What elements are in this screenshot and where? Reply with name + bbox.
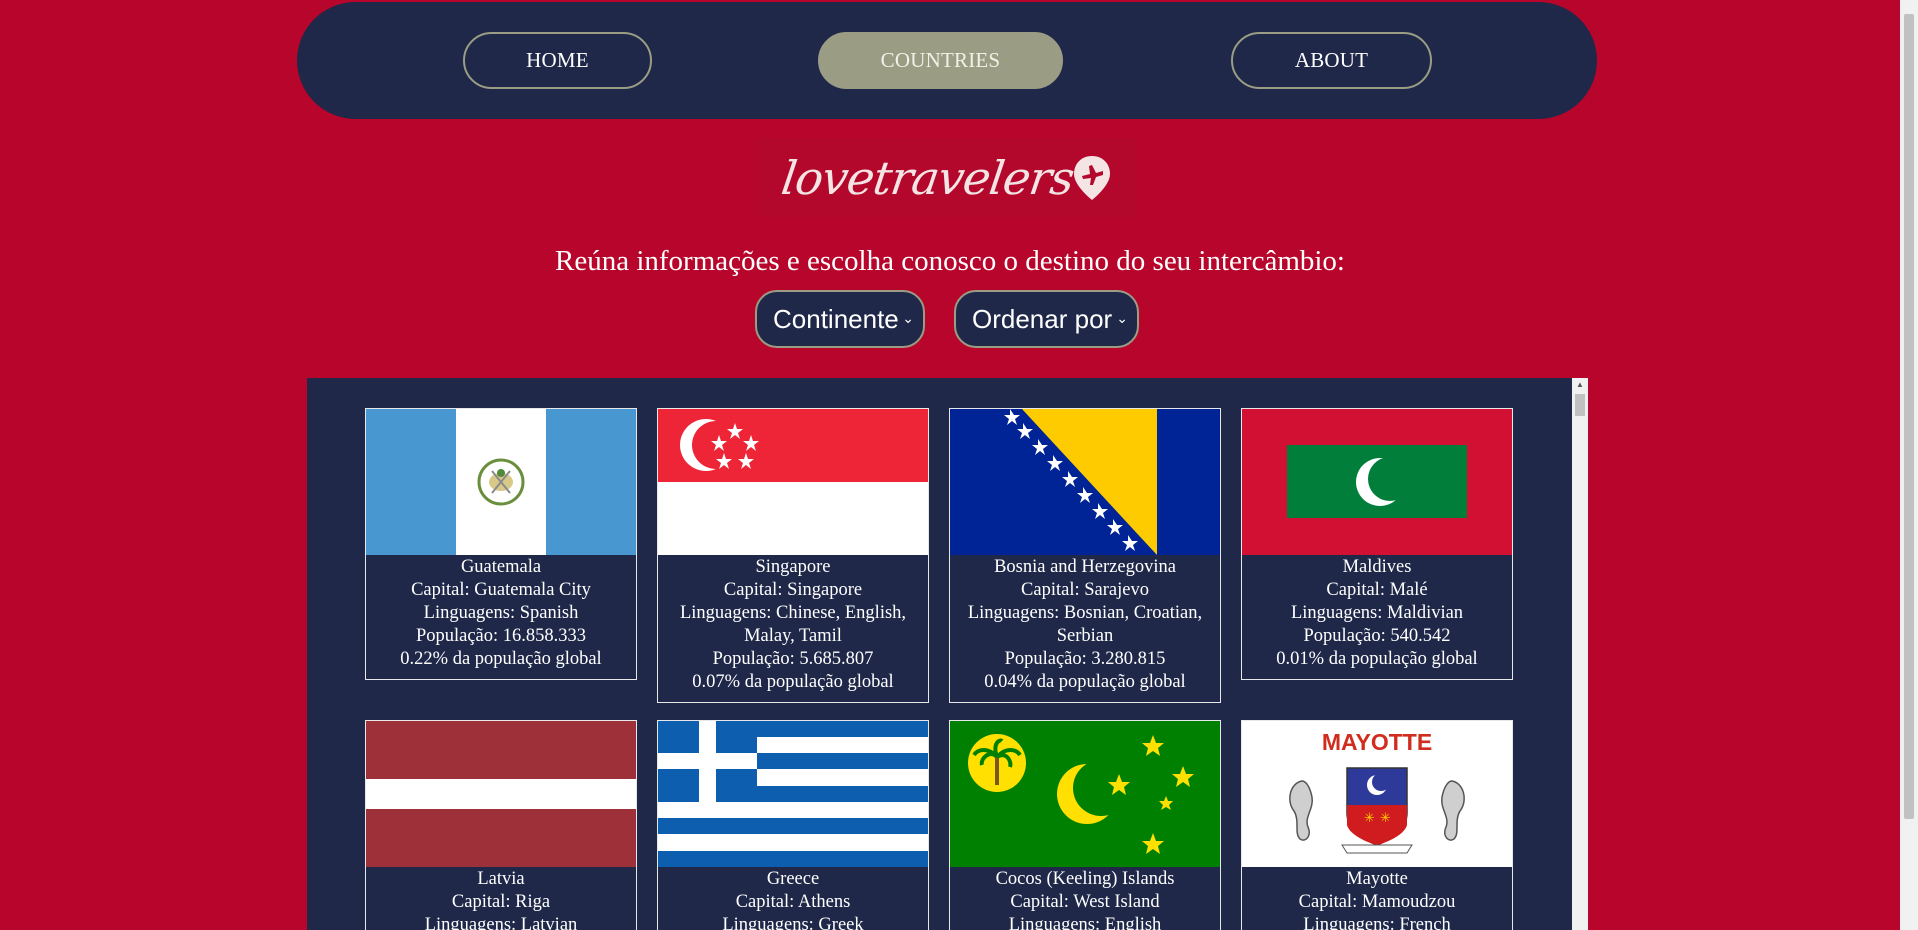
page-scrollbar[interactable] xyxy=(1900,0,1918,930)
country-languages: Linguagens: English xyxy=(1008,915,1162,930)
country-languages: Linguagens: Chinese, English, Malay, Tam… xyxy=(679,603,907,646)
country-languages: Linguagens: Maldivian xyxy=(1290,603,1464,623)
country-population: População: 540.542 xyxy=(1303,626,1451,646)
country-name: Mayotte xyxy=(1346,869,1408,889)
country-info: Mayotte Capital: Mamoudzou Linguagens: F… xyxy=(1242,867,1512,930)
sort-select[interactable]: Ordenar por ⌄ xyxy=(954,290,1139,348)
country-capital: Capital: Mamoudzou xyxy=(1298,892,1456,912)
chevron-down-icon: ⌄ xyxy=(1116,310,1128,326)
country-languages: Linguagens: Greek xyxy=(722,915,864,930)
country-name: Cocos (Keeling) Islands xyxy=(995,869,1175,889)
logo-text: lovetravelers xyxy=(778,150,1078,205)
svg-text:✳: ✳ xyxy=(1364,811,1375,826)
mayotte-flag: MAYOTTE ✳ ✳ xyxy=(1242,721,1512,867)
latvia-flag xyxy=(366,721,636,867)
country-population-share: 0.07% da população global xyxy=(692,672,894,692)
continent-select[interactable]: Continente ⌄ xyxy=(755,290,925,348)
country-name: Bosnia and Herzegovina xyxy=(994,557,1176,577)
chevron-down-icon: ⌄ xyxy=(902,310,914,326)
country-capital: Capital: Singapore xyxy=(723,580,863,600)
country-languages: Linguagens: Latvian xyxy=(424,915,578,930)
country-population: População: 5.685.807 xyxy=(712,649,874,669)
country-name: Guatemala xyxy=(460,557,542,577)
mayotte-flag-text: MAYOTTE xyxy=(1322,729,1432,755)
country-card-bosnia-and-herzegovina[interactable]: Bosnia and Herzegovina Capital: Sarajevo… xyxy=(949,408,1221,703)
country-languages: Linguagens: French xyxy=(1303,915,1451,930)
country-info: Guatemala Capital: Guatemala City Lingua… xyxy=(366,555,636,679)
country-capital: Capital: Guatemala City xyxy=(411,580,591,600)
continent-select-value: Continente xyxy=(773,303,899,334)
nav-countries-button[interactable]: COUNTRIES xyxy=(818,32,1063,89)
page-tagline: Reúna informações e escolha conosco o de… xyxy=(554,245,1345,277)
nav-about-button[interactable]: ABOUT xyxy=(1231,32,1432,89)
country-info: Maldives Capital: Malé Linguagens: Maldi… xyxy=(1242,555,1512,679)
country-capital: Capital: West Island xyxy=(1010,892,1160,912)
country-card-mayotte[interactable]: MAYOTTE ✳ ✳ Mayotte Capital: Mamoudzou L… xyxy=(1241,720,1513,930)
panel-scrollbar-thumb[interactable] xyxy=(1575,394,1585,416)
country-name: Greece xyxy=(766,869,820,889)
country-population: População: 3.280.815 xyxy=(1004,649,1166,669)
country-card-latvia[interactable]: Latvia Capital: Riga Linguagens: Latvian xyxy=(365,720,637,930)
country-info: Bosnia and Herzegovina Capital: Sarajevo… xyxy=(950,555,1220,702)
country-capital: Capital: Riga xyxy=(451,892,551,912)
svg-text:✳: ✳ xyxy=(1380,811,1391,826)
country-card-cocos-keeling-islands[interactable]: Cocos (Keeling) Islands Capital: West Is… xyxy=(949,720,1221,930)
lovetravelers-logo: lovetravelers xyxy=(757,138,1137,217)
singapore-flag xyxy=(658,409,928,555)
bosnia-flag xyxy=(950,409,1220,555)
countries-panel: Guatemala Capital: Guatemala City Lingua… xyxy=(307,378,1588,930)
country-card-singapore[interactable]: Singapore Capital: Singapore Linguagens:… xyxy=(657,408,929,703)
country-capital: Capital: Malé xyxy=(1326,580,1428,600)
country-population-share: 0.01% da população global xyxy=(1276,649,1478,669)
country-languages: Linguagens: Spanish xyxy=(423,603,579,623)
guatemala-flag xyxy=(366,409,636,555)
panel-scrollbar[interactable]: ▲ xyxy=(1572,378,1588,930)
page-scrollbar-thumb[interactable] xyxy=(1904,14,1914,819)
country-capital: Capital: Sarajevo xyxy=(1021,580,1149,600)
country-capital: Capital: Athens xyxy=(735,892,851,912)
country-info: Greece Capital: Athens Linguagens: Greek xyxy=(658,867,928,930)
country-card-guatemala[interactable]: Guatemala Capital: Guatemala City Lingua… xyxy=(365,408,637,680)
country-card-greece[interactable]: Greece Capital: Athens Linguagens: Greek xyxy=(657,720,929,930)
country-name: Latvia xyxy=(477,869,525,889)
country-languages: Linguagens: Bosnian, Croatian, Serbian xyxy=(967,603,1203,646)
country-info: Latvia Capital: Riga Linguagens: Latvian xyxy=(366,867,636,930)
country-info: Cocos (Keeling) Islands Capital: West Is… xyxy=(950,867,1220,930)
scroll-up-arrow-icon[interactable]: ▲ xyxy=(1572,378,1588,392)
country-info: Singapore Capital: Singapore Linguagens:… xyxy=(658,555,928,702)
country-population: População: 16.858.333 xyxy=(415,626,587,646)
nav-home-button[interactable]: HOME xyxy=(463,32,652,89)
country-name: Maldives xyxy=(1342,557,1412,577)
top-navbar: HOME COUNTRIES ABOUT xyxy=(297,2,1597,119)
country-population-share: 0.22% da população global xyxy=(400,649,602,669)
country-card-maldives[interactable]: Maldives Capital: Malé Linguagens: Maldi… xyxy=(1241,408,1513,680)
country-name: Singapore xyxy=(755,557,831,577)
maldives-flag xyxy=(1242,409,1512,555)
sort-select-value: Ordenar por xyxy=(972,303,1113,334)
cocos-islands-flag xyxy=(950,721,1220,867)
plane-pin-icon xyxy=(1073,155,1110,200)
country-population-share: 0.04% da população global xyxy=(984,672,1186,692)
greece-flag xyxy=(658,721,928,867)
